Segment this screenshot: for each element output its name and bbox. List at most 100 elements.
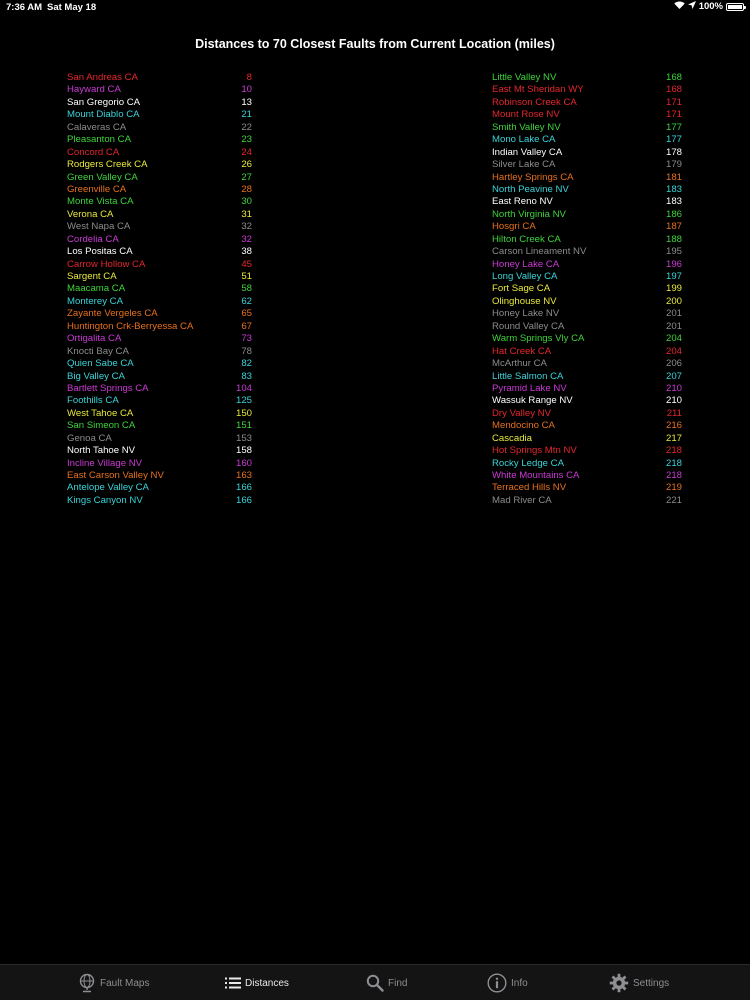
fault-row: Hat Creek CA 204 <box>492 346 682 358</box>
fault-row: Maacama CA 58 <box>67 283 252 295</box>
fault-distance: 187 <box>665 221 682 233</box>
fault-name: North Peavine NV <box>492 183 569 195</box>
tab-find[interactable]: Find <box>366 965 407 1000</box>
fault-row: Silver Lake CA 179 <box>492 159 682 171</box>
fault-name: Los Positas CA <box>67 246 133 258</box>
fault-name: Little Valley NV <box>492 72 557 83</box>
fault-name: Pyramid Lake NV <box>492 382 567 394</box>
fault-row: Carson Lineament NV 195 <box>492 246 682 258</box>
fault-row: Mount Rose NV 171 <box>492 109 682 121</box>
fault-row: San Simeon CA 151 <box>67 420 252 432</box>
fault-row: East Mt Sheridan WY 168 <box>492 84 682 96</box>
fault-distance: 158 <box>235 445 252 457</box>
tab-info[interactable]: Info <box>487 965 528 1000</box>
fault-row: Rocky Ledge CA 218 <box>492 458 682 470</box>
fault-distance: 201 <box>665 320 682 332</box>
fault-name: Warm Springs Vly CA <box>492 333 585 345</box>
fault-distance: 188 <box>665 233 682 245</box>
fault-name: West Napa CA <box>67 221 131 233</box>
fault-row: Round Valley CA 201 <box>492 321 682 333</box>
fault-distance: 201 <box>665 308 682 320</box>
fault-row: Indian Valley CA 178 <box>492 147 682 159</box>
fault-name: Big Valley CA <box>67 370 125 382</box>
fault-name: Knocti Bay CA <box>67 345 129 357</box>
fault-row: North Tahoe NV 158 <box>67 445 252 457</box>
location-arrow-icon <box>687 1 696 12</box>
tab-bar: Fault Maps Distances Find Info Settings <box>0 964 750 1000</box>
fault-list-right: Little Valley NV 168 East Mt Sheridan WY 16… <box>492 72 682 507</box>
fault-distance: 67 <box>241 320 252 332</box>
fault-row: Mad River CA 221 <box>492 495 682 507</box>
fault-name: Long Valley CA <box>492 271 558 282</box>
fault-distance: 23 <box>241 134 252 146</box>
fault-name: Sargent CA <box>67 271 117 282</box>
tab-label: Settings <box>633 977 670 989</box>
fault-name: Concord CA <box>67 146 120 158</box>
fault-distance: 104 <box>235 382 252 394</box>
fault-name: North Tahoe NV <box>67 445 136 457</box>
fault-distance: 166 <box>235 482 252 494</box>
fault-distance: 200 <box>665 295 682 307</box>
fault-name: White Mountains CA <box>492 470 580 481</box>
fault-distance: 171 <box>665 109 682 121</box>
fault-row: Hartley Springs CA 181 <box>492 172 682 184</box>
tab-fault-maps[interactable]: Fault Maps <box>78 965 149 1000</box>
fault-distance: 21 <box>241 109 252 121</box>
fault-distance: 163 <box>235 470 252 481</box>
fault-distance: 210 <box>665 395 682 407</box>
fault-name: Little Salmon CA <box>492 370 564 382</box>
fault-name: Honey Lake CA <box>492 258 560 270</box>
info-icon <box>487 973 507 993</box>
fault-row: Warm Springs Vly CA 204 <box>492 333 682 345</box>
fault-row: East Reno NV 183 <box>492 196 682 208</box>
fault-distance: 160 <box>235 457 252 469</box>
fault-row: Robinson Creek CA 171 <box>492 97 682 109</box>
fault-row: Ortigalita CA 73 <box>67 333 252 345</box>
fault-name: Maacama CA <box>67 283 126 295</box>
fault-name: Kings Canyon NV <box>67 494 143 506</box>
fault-name: Rocky Ledge CA <box>492 457 564 469</box>
tab-distances[interactable]: Distances <box>225 965 289 1000</box>
fault-distance: 24 <box>241 146 252 158</box>
fault-name: Antelope Valley CA <box>67 482 149 494</box>
fault-row: Cordelia CA 32 <box>67 234 252 246</box>
tab-label: Distances <box>245 977 289 989</box>
fault-distance: 218 <box>665 445 682 457</box>
fault-row: Concord CA 24 <box>67 147 252 159</box>
fault-name: Genoa CA <box>67 432 112 444</box>
status-right: 100% <box>673 1 746 12</box>
fault-name: Round Valley CA <box>492 320 565 332</box>
fault-row: Monterey CA 62 <box>67 296 252 308</box>
fault-distance: 204 <box>665 333 682 345</box>
fault-row: Pyramid Lake NV 210 <box>492 383 682 395</box>
fault-distance: 195 <box>665 246 682 258</box>
fault-distance: 150 <box>235 407 252 419</box>
fault-distance: 177 <box>665 121 682 133</box>
tab-label: Info <box>511 977 528 989</box>
fault-row: Big Valley CA 83 <box>67 371 252 383</box>
fault-name: Cascadia <box>492 432 532 444</box>
fault-name: Monte Vista CA <box>67 196 134 208</box>
fault-row: North Peavine NV 183 <box>492 184 682 196</box>
list-icon <box>225 977 241 989</box>
fault-name: Terraced Hills NV <box>492 482 567 494</box>
fault-distance: 32 <box>241 233 252 245</box>
fault-row: Little Valley NV 168 <box>492 72 682 84</box>
fault-distance: 27 <box>241 171 252 183</box>
fault-row: West Napa CA 32 <box>67 221 252 233</box>
battery-icon <box>726 2 746 11</box>
fault-distance: 30 <box>241 196 252 208</box>
tab-settings[interactable]: Settings <box>609 965 669 1000</box>
fault-distance: 65 <box>241 308 252 320</box>
fault-row: Zayante Vergeles CA 65 <box>67 308 252 320</box>
gear-icon <box>609 973 629 993</box>
fault-row: Hot Springs Mtn NV 218 <box>492 445 682 457</box>
fault-name: Mount Rose NV <box>492 109 560 121</box>
fault-row: Greenville CA 28 <box>67 184 252 196</box>
fault-row: Little Salmon CA 207 <box>492 371 682 383</box>
fault-distance: 83 <box>241 370 252 382</box>
fault-row: Verona CA 31 <box>67 209 252 221</box>
fault-row: Dry Valley NV 211 <box>492 408 682 420</box>
fault-row: Carrow Hollow CA 45 <box>67 259 252 271</box>
fault-row: White Mountains CA 218 <box>492 470 682 482</box>
